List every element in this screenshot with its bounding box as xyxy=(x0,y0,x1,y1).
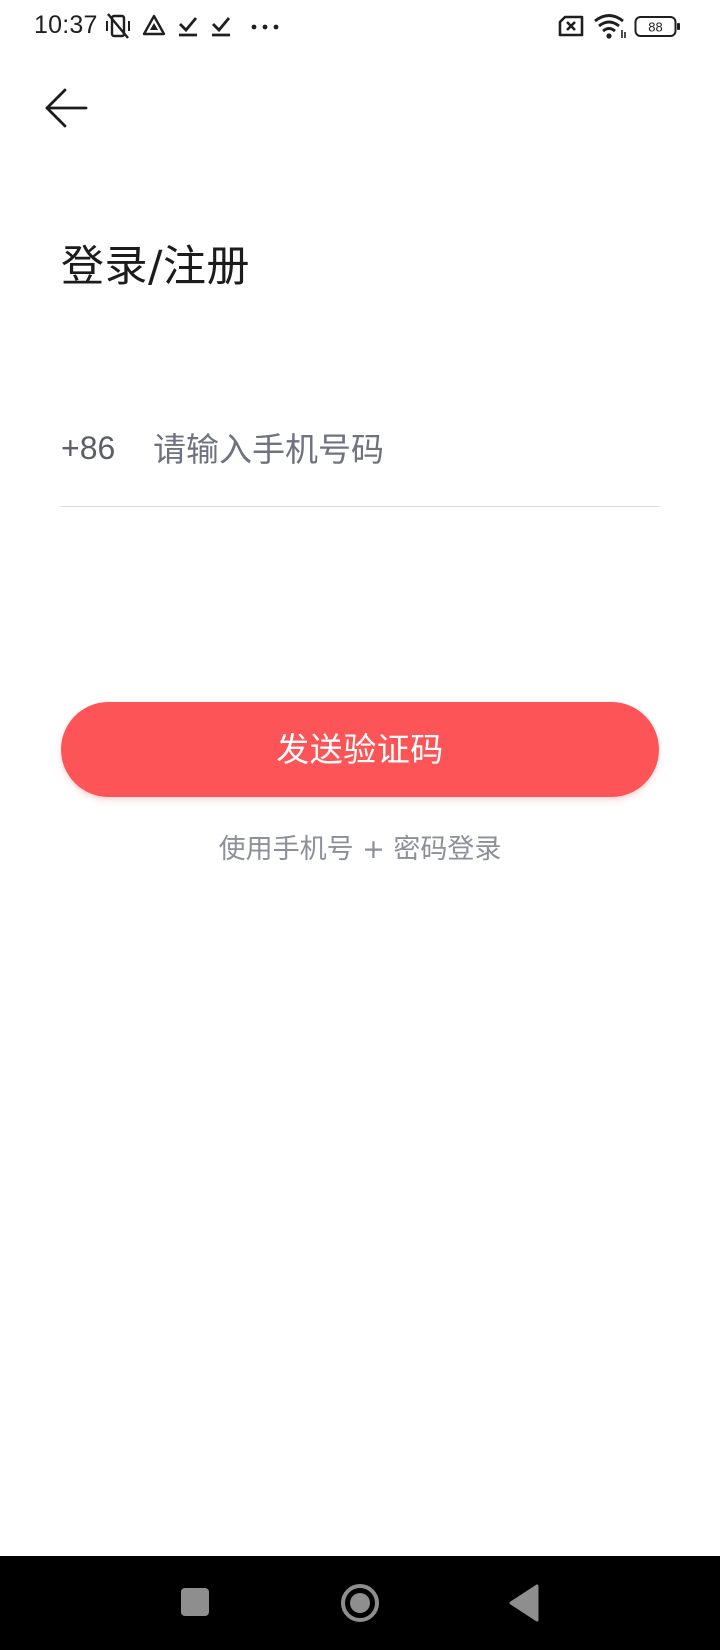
vibrate-off-icon xyxy=(103,12,133,44)
phone-number-input[interactable] xyxy=(153,424,653,474)
status-bar: 10:37 88 xyxy=(0,0,720,56)
download-done-icon xyxy=(209,12,233,44)
sim-off-icon xyxy=(556,12,586,44)
battery-level-text: 88 xyxy=(648,20,662,35)
login-screen: 10:37 88 登录/注册 +86 请输入手机号码 发送验证码 使用手机号 +… xyxy=(0,0,720,1650)
send-code-button[interactable]: 发送验证码 xyxy=(61,702,659,797)
back-button[interactable] xyxy=(36,80,96,140)
recents-button[interactable] xyxy=(145,1556,245,1650)
password-login-link[interactable]: 使用手机号 + 密码登录 xyxy=(0,827,720,866)
home-circle-icon xyxy=(341,1584,379,1622)
nav-back-button[interactable] xyxy=(475,1556,575,1650)
navigation-icon xyxy=(141,12,167,44)
country-code-selector[interactable]: +86 xyxy=(61,430,115,467)
download-done-icon xyxy=(176,12,200,44)
home-button[interactable] xyxy=(310,1556,410,1650)
page-title: 登录/注册 xyxy=(61,242,250,292)
battery-icon: 88 xyxy=(634,14,682,44)
arrow-left-icon xyxy=(45,88,88,128)
back-triangle-icon xyxy=(509,1584,539,1622)
more-dots-icon xyxy=(250,12,280,44)
phone-input-divider xyxy=(61,506,659,507)
recents-square-icon xyxy=(181,1588,209,1616)
system-nav-bar xyxy=(0,1556,720,1650)
wifi-icon xyxy=(593,12,627,44)
status-time: 10:37 xyxy=(34,11,98,39)
